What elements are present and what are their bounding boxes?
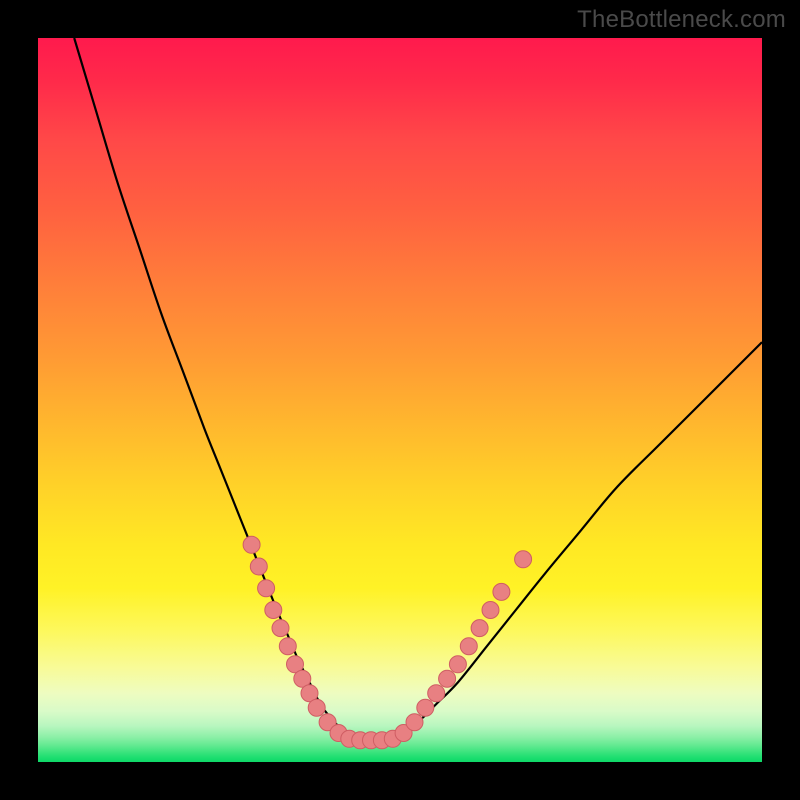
- data-marker: [272, 620, 289, 637]
- data-marker: [493, 583, 510, 600]
- data-marker: [449, 656, 466, 673]
- data-marker: [250, 558, 267, 575]
- data-marker: [439, 670, 456, 687]
- data-marker: [515, 551, 532, 568]
- plot-area: [38, 38, 762, 762]
- data-marker: [471, 620, 488, 637]
- data-marker: [406, 714, 423, 731]
- data-markers: [243, 536, 531, 749]
- data-marker: [279, 638, 296, 655]
- data-marker: [417, 699, 434, 716]
- data-marker: [243, 536, 260, 553]
- data-marker: [482, 602, 499, 619]
- chart-frame: TheBottleneck.com: [0, 0, 800, 800]
- data-marker: [265, 602, 282, 619]
- data-marker: [308, 699, 325, 716]
- data-marker: [460, 638, 477, 655]
- chart-svg: [38, 38, 762, 762]
- data-marker: [428, 685, 445, 702]
- bottleneck-curve: [74, 38, 762, 741]
- watermark-text: TheBottleneck.com: [577, 6, 786, 34]
- data-marker: [258, 580, 275, 597]
